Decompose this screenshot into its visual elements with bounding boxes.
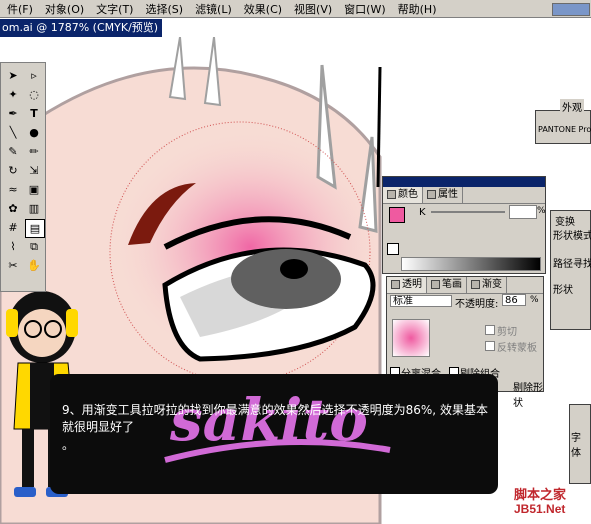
menu-view[interactable]: 视图(V) bbox=[291, 1, 335, 17]
k-label: K bbox=[419, 207, 426, 218]
tab-attributes[interactable]: 属性 bbox=[423, 187, 463, 203]
invert-mask-label: 反转蒙板 bbox=[497, 343, 537, 354]
tab-stroke[interactable]: 笔画 bbox=[427, 277, 467, 293]
hair-strand bbox=[376, 66, 382, 188]
tab-label: 笔画 bbox=[442, 279, 462, 290]
tab-icon bbox=[427, 189, 436, 199]
document-title: om.ai @ 1787% (CMYK/预览) bbox=[0, 19, 162, 37]
scale-tool-icon[interactable]: ⇲ bbox=[25, 162, 43, 179]
menu-file[interactable]: 件(F) bbox=[4, 1, 36, 17]
toolbox: ➤ ▹ ✦ ◌ ✒ T ╲ ● ✎ ✏ ↻ ⇲ ≈ ▣ ✿ ▥ # ▤ ⌇ ⧉ … bbox=[0, 62, 46, 292]
shape-knockout-label: 剔除形状 bbox=[513, 383, 543, 409]
gradient-tool-icon[interactable]: ▤ bbox=[25, 219, 45, 238]
ellipse-tool-icon[interactable]: ● bbox=[25, 124, 43, 141]
menubar: 件(F) 对象(O) 文字(T) 选择(S) 滤镜(L) 效果(C) 视图(V)… bbox=[0, 0, 591, 18]
tab-gradient[interactable]: 渐变 bbox=[467, 277, 507, 293]
percent-label: % bbox=[537, 206, 546, 216]
tab-label: 属性 bbox=[438, 189, 458, 200]
none-swatch[interactable] bbox=[387, 243, 399, 255]
type-tool-icon[interactable]: T bbox=[25, 105, 43, 122]
menu-effect[interactable]: 效果(C) bbox=[241, 1, 285, 17]
tab-icon bbox=[391, 279, 400, 289]
menu-window[interactable]: 窗口(W) bbox=[341, 1, 388, 17]
k-value-field[interactable] bbox=[509, 205, 537, 219]
clip-label: 剪切 bbox=[497, 327, 517, 338]
tutorial-dot: 。 bbox=[62, 438, 75, 452]
invert-mask-checkbox[interactable] bbox=[485, 341, 495, 351]
tab-icon bbox=[387, 189, 396, 199]
watermark-line-2: JB51.Net bbox=[514, 502, 566, 516]
tab-label: 颜色 bbox=[398, 189, 418, 200]
eyedropper-tool-icon[interactable]: ⌇ bbox=[4, 238, 22, 255]
menu-select[interactable]: 选择(S) bbox=[142, 1, 186, 17]
blend-mode-select[interactable]: 标准 bbox=[390, 295, 452, 307]
k-slider[interactable] bbox=[431, 211, 505, 213]
lasso-tool-icon[interactable]: ◌ bbox=[25, 86, 43, 103]
menu-object[interactable]: 对象(O) bbox=[42, 1, 87, 17]
character-label: 字体 bbox=[571, 433, 581, 459]
scissors-tool-icon[interactable]: ✂ bbox=[4, 257, 22, 274]
shape-mode-label: 形状模式 bbox=[553, 231, 591, 242]
pupil bbox=[280, 259, 308, 279]
pen-tool-icon[interactable]: ✒ bbox=[4, 105, 22, 122]
tab-label: 渐变 bbox=[482, 279, 502, 290]
warp-tool-icon[interactable]: ≈ bbox=[4, 181, 22, 198]
menu-type[interactable]: 文字(T) bbox=[93, 1, 136, 17]
window-controls[interactable] bbox=[552, 3, 590, 16]
graph-tool-icon[interactable]: ▥ bbox=[25, 200, 43, 217]
line-tool-icon[interactable]: ╲ bbox=[4, 124, 22, 141]
pencil-tool-icon[interactable]: ✏ bbox=[25, 143, 43, 160]
tab-label: 透明 bbox=[402, 279, 422, 290]
clip-checkbox[interactable] bbox=[485, 325, 495, 335]
tab-appearance[interactable]: 外观 bbox=[560, 99, 584, 114]
opacity-input[interactable]: 86 bbox=[502, 294, 526, 306]
color-ramp[interactable] bbox=[401, 257, 541, 271]
opacity-label: 不透明度: bbox=[455, 299, 499, 310]
direct-selection-tool-icon[interactable]: ▹ bbox=[25, 67, 43, 84]
pathfinder-label: 路径寻找 bbox=[553, 259, 591, 270]
tab-icon bbox=[471, 279, 480, 289]
tab-color[interactable]: 颜色 bbox=[383, 187, 423, 203]
mesh-tool-icon[interactable]: # bbox=[4, 219, 22, 236]
menu-filter[interactable]: 滤镜(L) bbox=[192, 1, 235, 17]
blend-tool-icon[interactable]: ⧉ bbox=[25, 238, 43, 255]
free-transform-tool-icon[interactable]: ▣ bbox=[25, 181, 43, 198]
rotate-tool-icon[interactable]: ↻ bbox=[4, 162, 22, 179]
tab-transform[interactable]: 变换 bbox=[555, 213, 575, 228]
symbol-tool-icon[interactable]: ✿ bbox=[4, 200, 22, 217]
character-panel: 字体 bbox=[569, 404, 591, 484]
mask-thumbnail[interactable] bbox=[392, 319, 430, 357]
fill-swatch[interactable] bbox=[389, 207, 405, 223]
pantone-label: PANTONE Pro bbox=[538, 125, 591, 134]
iris bbox=[231, 249, 341, 309]
selection-tool-icon[interactable]: ➤ bbox=[4, 67, 22, 84]
watermark-line-1: 脚本之家 bbox=[514, 488, 567, 503]
color-panel: 颜色 属性 K % bbox=[382, 176, 546, 274]
menu-help[interactable]: 帮助(H) bbox=[395, 1, 440, 17]
magic-wand-tool-icon[interactable]: ✦ bbox=[4, 86, 22, 103]
shape-label: 形状 bbox=[553, 285, 573, 296]
percent-label: % bbox=[530, 295, 539, 305]
tab-icon bbox=[431, 279, 440, 289]
brush-tool-icon[interactable]: ✎ bbox=[4, 143, 22, 160]
pathfinder-panel: 变换 形状模式 路径寻找 形状 bbox=[550, 210, 591, 330]
tutorial-step-text: 9、用渐变工具拉呀拉的找到你最满意的效果然后选择不透明度为86%, 效果基本就很… bbox=[62, 403, 488, 434]
panel-titlebar[interactable] bbox=[383, 177, 545, 187]
tab-transparency[interactable]: 透明 bbox=[387, 277, 427, 293]
appearance-panel: 外观 PANTONE Pro bbox=[535, 99, 591, 144]
hand-tool-icon[interactable]: ✋ bbox=[25, 257, 43, 274]
